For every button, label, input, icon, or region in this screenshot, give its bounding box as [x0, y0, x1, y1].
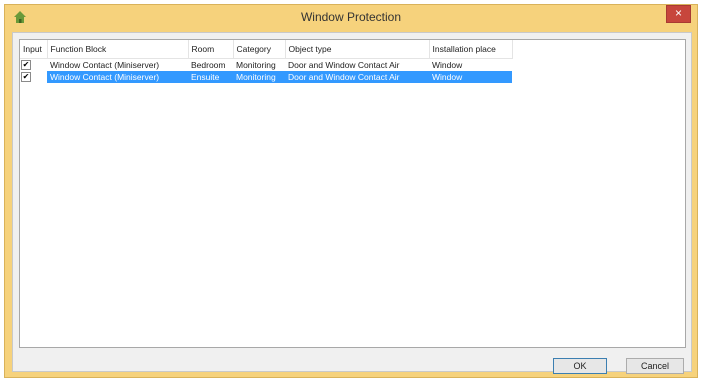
- installation-place-cell[interactable]: Window: [429, 71, 512, 83]
- column-header-function-block[interactable]: Function Block: [47, 40, 189, 59]
- column-header-room[interactable]: Room: [188, 40, 234, 59]
- table-row[interactable]: ✔ Window Contact (Miniserver) Bedroom Mo…: [20, 59, 512, 72]
- dialog-content: Input Function Block Room Category Objec…: [12, 32, 692, 374]
- object-type-cell[interactable]: Door and Window Contact Air: [285, 59, 429, 72]
- ok-button[interactable]: OK: [553, 358, 607, 374]
- close-button[interactable]: ×: [666, 5, 691, 23]
- installation-place-cell[interactable]: Window: [429, 59, 512, 72]
- room-cell[interactable]: Bedroom: [188, 59, 233, 72]
- column-header-object-type[interactable]: Object type: [285, 40, 430, 59]
- object-type-cell[interactable]: Door and Window Contact Air: [285, 71, 429, 83]
- room-cell[interactable]: Ensuite: [188, 71, 233, 83]
- cancel-button[interactable]: Cancel: [626, 358, 684, 374]
- table-header-row: Input Function Block Room Category Objec…: [20, 40, 513, 59]
- title-bar: Window Protection ×: [5, 5, 697, 31]
- category-cell[interactable]: Monitoring: [233, 59, 285, 72]
- input-checkbox[interactable]: ✔: [21, 72, 31, 83]
- function-block-table: Input Function Block Room Category Objec…: [19, 39, 686, 348]
- input-cell: ✔: [20, 59, 47, 72]
- table-row-selected[interactable]: ✔ Window Contact (Miniserver) Ensuite Mo…: [20, 71, 512, 83]
- column-header-input[interactable]: Input: [20, 40, 48, 59]
- function-block-cell[interactable]: Window Contact (Miniserver): [47, 59, 188, 72]
- window-title: Window Protection: [300, 10, 402, 24]
- function-block-cell[interactable]: Window Contact (Miniserver): [47, 71, 188, 83]
- input-cell: ✔: [20, 71, 47, 83]
- category-cell[interactable]: Monitoring: [233, 71, 285, 83]
- column-header-installation-place[interactable]: Installation place: [429, 40, 513, 59]
- column-header-category[interactable]: Category: [233, 40, 286, 59]
- input-checkbox[interactable]: ✔: [21, 60, 31, 71]
- dialog-window: Window Protection × Input Function Block…: [4, 4, 698, 378]
